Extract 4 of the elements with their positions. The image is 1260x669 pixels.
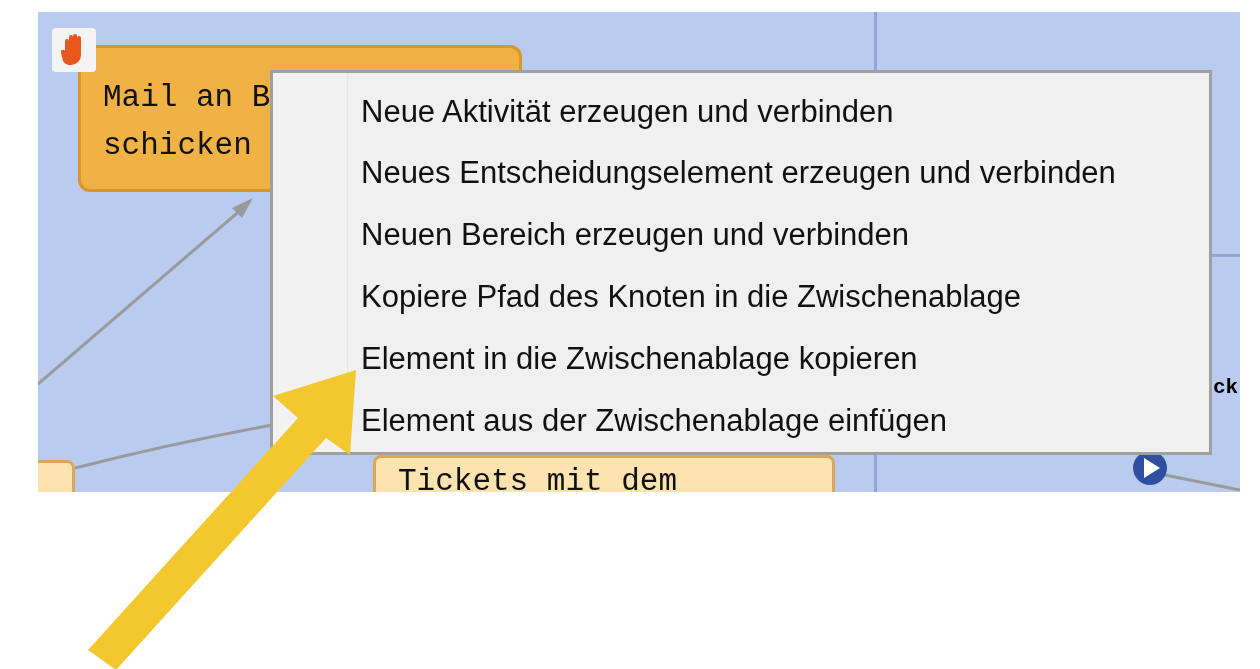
node-label: ck [1213,377,1239,398]
node-text: Tickets mit dem [398,463,678,492]
node-text: schicken [103,127,252,165]
node-text: Mail an B [103,79,271,117]
